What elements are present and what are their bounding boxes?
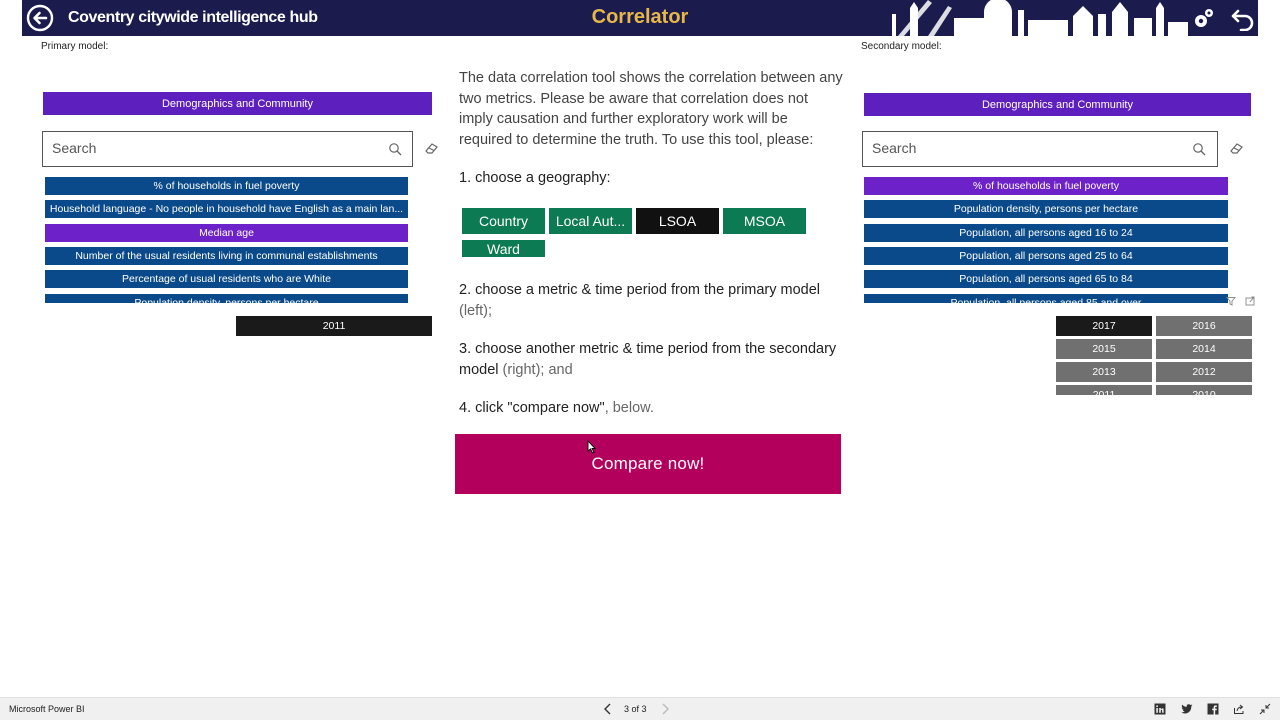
step4-tail: , below. — [604, 400, 654, 416]
settings-gear-icon[interactable] — [1192, 6, 1216, 30]
geography-button[interactable]: Local Aut... — [549, 208, 632, 234]
secondary-year-tile[interactable]: 2014 — [1156, 339, 1252, 359]
chevron-right-icon[interactable] — [660, 703, 670, 715]
primary-eraser-icon[interactable] — [425, 142, 439, 154]
footer-bar: Microsoft Power BI 3 of 3 — [0, 697, 1280, 720]
mouse-cursor-icon — [587, 440, 596, 454]
secondary-year-tile[interactable]: 2012 — [1156, 362, 1252, 382]
secondary-category-button[interactable]: Demographics and Community — [864, 93, 1251, 116]
secondary-search-field[interactable] — [862, 131, 1218, 167]
primary-search-field[interactable] — [42, 131, 413, 167]
geography-button[interactable]: Ward — [462, 240, 545, 257]
secondary-metric-item[interactable]: Population, all persons aged 16 to 24 — [864, 223, 1228, 242]
chevron-left-icon[interactable] — [603, 703, 613, 715]
secondary-year-tile[interactable]: 2013 — [1056, 362, 1152, 382]
secondary-search-input[interactable] — [872, 140, 1172, 156]
primary-metric-item[interactable]: Number of the usual residents living in … — [45, 246, 408, 265]
page-count: 3 of 3 — [624, 704, 647, 714]
secondary-metric-item[interactable]: % of households in fuel poverty — [864, 177, 1228, 195]
app-name: Microsoft Power BI — [9, 704, 85, 714]
geography-button[interactable]: LSOA — [636, 208, 719, 234]
step1-text: 1. choose a geography: — [459, 170, 611, 186]
secondary-metric-item[interactable]: Population density, persons per hectare — [864, 200, 1228, 219]
step4-main: 4. click "compare now" — [459, 400, 605, 416]
secondary-metric-item[interactable]: Population, all persons aged 85 and over — [864, 293, 1228, 303]
primary-model-label: Primary model: — [41, 41, 109, 52]
secondary-metric-list: % of households in fuel poverty Populatio… — [864, 177, 1228, 303]
reset-undo-icon[interactable] — [1230, 5, 1256, 31]
primary-metric-item[interactable]: Percentage of usual residents who are Wh… — [45, 270, 408, 289]
linkedin-icon[interactable] — [1154, 703, 1166, 715]
geography-button[interactable]: Country — [462, 208, 545, 234]
search-icon — [1193, 143, 1206, 156]
primary-metric-list: % of households in fuel poverty Household… — [45, 177, 408, 303]
share-icon[interactable] — [1233, 703, 1245, 715]
secondary-year-tile[interactable]: 2017 — [1056, 316, 1152, 336]
primary-metric-item[interactable]: Median age — [45, 223, 408, 242]
secondary-model-label: Secondary model: — [861, 41, 942, 52]
step2-text: 2. choose a metric & time period from th… — [459, 280, 843, 321]
step3-text: 3. choose another metric & time period f… — [459, 339, 843, 380]
secondary-metric-item[interactable]: Population, all persons aged 25 to 64 — [864, 246, 1228, 265]
primary-category-button[interactable]: Demographics and Community — [43, 92, 432, 115]
filter-icon[interactable] — [1226, 296, 1236, 306]
primary-metric-item[interactable]: Population density, persons per hectare — [45, 293, 408, 303]
step3-tail: (right); and — [502, 361, 573, 378]
secondary-year-slicer: 2017 2016 2015 2014 2013 2012 2011 2010 — [1056, 316, 1253, 395]
geography-button[interactable]: MSOA — [723, 208, 806, 234]
secondary-year-tile[interactable]: 2010 — [1156, 385, 1252, 395]
secondary-year-tile[interactable]: 2016 — [1156, 316, 1252, 336]
step2-tail: (left); — [459, 302, 493, 319]
primary-metric-item[interactable]: Household language - No people in househ… — [45, 200, 408, 219]
search-icon — [389, 143, 402, 156]
facebook-icon[interactable] — [1207, 703, 1219, 715]
secondary-year-tile[interactable]: 2011 — [1056, 385, 1152, 395]
compare-now-button[interactable]: Compare now! — [455, 434, 841, 494]
primary-metric-item[interactable]: % of households in fuel poverty — [45, 177, 408, 195]
primary-search-input[interactable] — [52, 140, 352, 156]
primary-year-tile[interactable]: 2011 — [236, 316, 432, 336]
step2-main: 2. choose a metric & time period from th… — [459, 282, 821, 298]
secondary-eraser-icon[interactable] — [1230, 142, 1244, 154]
report-page: Coventry citywide intelligence hub Corre… — [0, 0, 1280, 720]
header-bar: Coventry citywide intelligence hub Corre… — [22, 0, 1258, 36]
exit-fullscreen-icon[interactable] — [1259, 703, 1271, 715]
step4-text: 4. click "compare now", below. — [459, 398, 843, 419]
intro-text: The data correlation tool shows the corr… — [459, 70, 843, 148]
focus-mode-icon[interactable] — [1245, 296, 1255, 306]
secondary-metric-item[interactable]: Population, all persons aged 65 to 84 — [864, 270, 1228, 289]
secondary-year-tile[interactable]: 2015 — [1056, 339, 1152, 359]
twitter-icon[interactable] — [1181, 703, 1193, 715]
city-skyline-decoration — [892, 0, 1188, 36]
